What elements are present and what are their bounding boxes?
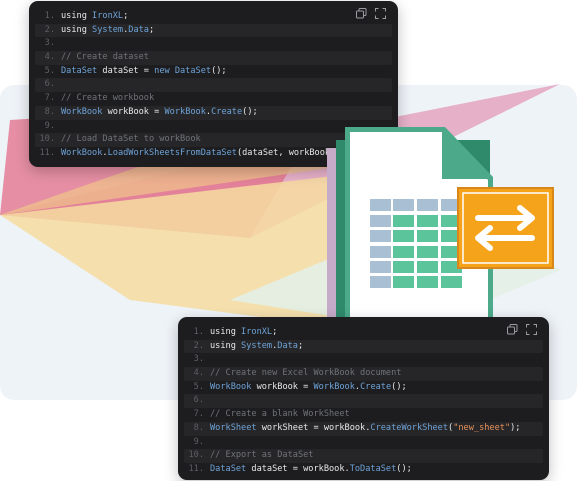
code-line: 8. WorkSheet workSheet = workBook. CreateW… — [184, 421, 543, 436]
line-number: 3. — [193, 354, 204, 365]
code-line: 4. // Create new Excel WorkBook document — [184, 367, 543, 381]
sheet-cell — [393, 199, 414, 211]
sheet-cell — [370, 215, 391, 227]
code-token: DataSet — [210, 463, 247, 474]
sheet-cell — [393, 230, 414, 242]
line-number: 1. — [193, 327, 204, 337]
code-token: ); — [510, 422, 521, 433]
code-token: Create — [360, 381, 392, 392]
code-token: WorkSheet — [210, 422, 257, 433]
sheet-cell — [370, 261, 391, 273]
sheet-cell — [370, 246, 391, 258]
sheet-cell — [393, 276, 414, 288]
code-token: Data — [277, 340, 298, 351]
code-token: (); — [396, 463, 412, 474]
code-token: dataSet = workBook. — [246, 463, 350, 474]
code-token: WorkBook — [210, 381, 252, 392]
code-token: ; — [272, 327, 278, 337]
sheet-cell — [370, 276, 391, 288]
sheet-cell — [370, 230, 391, 242]
code-token: ToDataSet — [349, 463, 397, 474]
code-token: "new_sheet" — [453, 422, 511, 433]
sheet-cell — [393, 261, 414, 273]
line-number: 8. — [193, 422, 204, 433]
code-token: // Create a blank WorkSheet — [210, 409, 350, 420]
sheet-cell — [370, 199, 391, 211]
code-lines: 1. using IronXL; 2. using System. Data; 3. 4. /… — [184, 326, 543, 477]
line-number: 9. — [193, 436, 204, 447]
code-line: 6. — [184, 394, 543, 409]
code-line: 10. // Export as DataSet — [184, 449, 543, 463]
code-line: 9. — [184, 436, 543, 450]
sheet-cell — [417, 199, 438, 211]
code-token: CreateWorkSheet — [370, 422, 449, 433]
code-token: System — [241, 340, 273, 351]
line-number: 4. — [193, 368, 204, 379]
swap-arrows-icon — [457, 187, 554, 269]
sheet-cell — [417, 230, 438, 242]
code-token: (); — [391, 381, 407, 392]
code-token: using — [210, 327, 242, 337]
code-window-bottom: 1. using IronXL; 2. using System. Data; 3. 4. /… — [178, 317, 549, 480]
code-token: WorkBook — [313, 381, 355, 392]
code-token: using — [210, 340, 242, 351]
sheet-cell — [417, 215, 438, 227]
sheet-cell — [417, 276, 438, 288]
line-number: 2. — [193, 340, 204, 351]
sheet-cell — [441, 276, 462, 288]
line-number: 6. — [193, 395, 204, 406]
sheet-cell — [417, 261, 438, 273]
code-line: 3. — [184, 353, 543, 367]
code-line: 7. // Create a blank WorkSheet — [184, 408, 543, 422]
code-line: 5. WorkBook workBook = WorkBook. Create (); — [184, 381, 543, 395]
line-number: 11. — [188, 463, 204, 474]
code-token: // Create new Excel WorkBook document — [210, 368, 402, 379]
code-token: ; — [297, 340, 304, 351]
line-number: 7. — [193, 409, 204, 420]
sheet-cell — [417, 246, 438, 258]
sheet-cell — [393, 246, 414, 258]
line-number: 5. — [193, 381, 204, 392]
code-token: workBook = — [251, 381, 314, 392]
code-token: // Export as DataSet — [210, 450, 314, 461]
code-line: 2. using System. Data; — [184, 339, 543, 354]
line-number: 10. — [188, 450, 204, 461]
sheet-cell — [393, 215, 414, 227]
code-line: 11. DataSet dataSet = workBook. ToDataSet(… — [184, 463, 543, 477]
code-line: 1. using IronXL; — [184, 326, 543, 340]
hero-illustration: 1. using IronXL; 2. using System. Data; 3. 4. /… — [0, 0, 577, 481]
code-token: workSheet = workBook. — [256, 422, 371, 433]
code-token: IronXL — [241, 327, 273, 337]
